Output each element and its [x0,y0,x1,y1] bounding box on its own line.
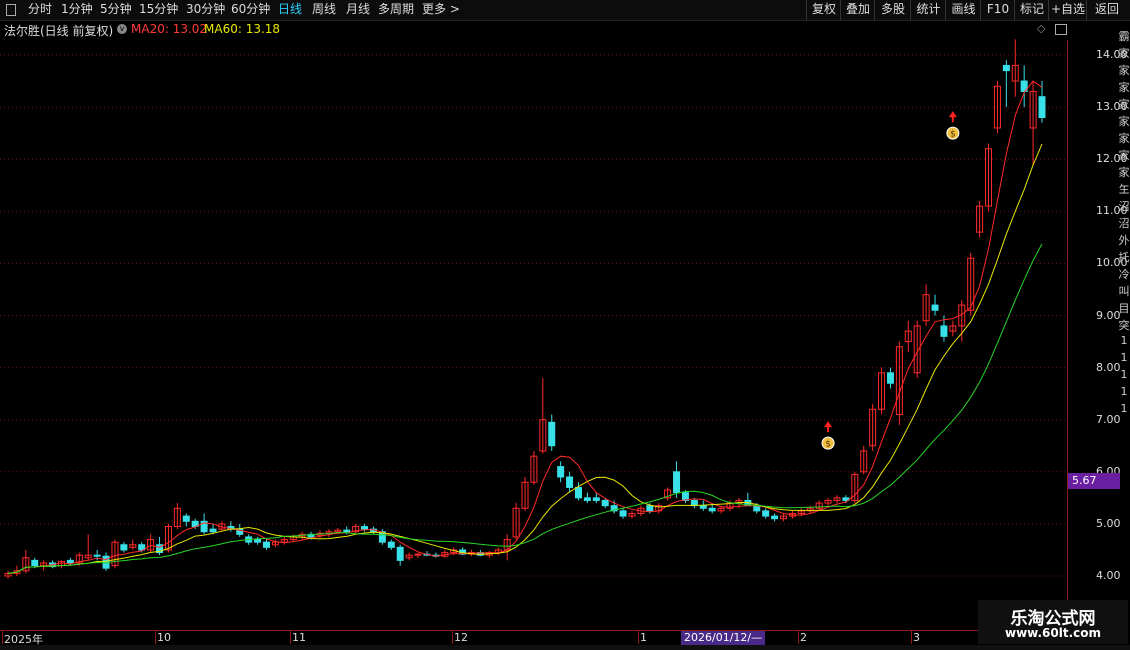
date-label: 2 [800,631,807,644]
y-tick-label: 5.00 [1096,516,1121,530]
date-tick [911,630,912,644]
side-strip-char: 沼 [1118,217,1130,230]
candle-body [548,421,556,447]
candle-body [646,505,654,512]
date-tick [798,630,799,644]
candle-body [601,499,609,507]
side-strip-char: 1 [1120,385,1128,398]
side-strip-char: 家 [1118,132,1130,145]
date-label: 12 [454,631,468,644]
candle-body [699,505,707,509]
candle-body [263,541,270,548]
price-tag: 5.67 [1068,473,1120,489]
side-strip-char: 家 [1118,98,1130,111]
candle-body [619,510,627,517]
date-tick [2,630,3,644]
side-strip-char: 1 [1120,351,1128,364]
candlestick-chart[interactable]: $$ [0,0,1068,630]
cursor-date-label: 2026/01/12/— [681,631,766,645]
candle-body [182,515,190,522]
side-strip-char: 外 [1118,234,1130,247]
watermark-url: www.60lt.com [1004,626,1102,640]
side-strip-char: 家 [1118,149,1130,162]
side-strip-char: 冷 [1118,268,1130,281]
candle-body [940,325,948,337]
signal-arrow-icon [824,421,833,433]
date-label: 11 [292,631,306,644]
candle-body [254,539,262,543]
candle-body [931,304,939,311]
side-strip-char: 托 [1118,251,1130,264]
candle-body [708,507,716,512]
side-strip-char: 霸 [1118,30,1130,43]
candle-body [673,471,681,494]
candle-body [343,529,351,533]
side-info-strip: 霸家家家家家家家家玍沼沼外托冷叫目突11111 [1118,20,1130,420]
candle-body [1002,64,1010,72]
watermark: 乐淘公式网 www.60lt.com [978,600,1128,644]
signal-arrow-icon [948,111,957,123]
candle-body [93,554,101,557]
side-strip-char: 突 [1118,319,1130,332]
y-tick-label: 9.00 [1096,308,1121,322]
date-tick [155,630,156,644]
candle-body [66,559,74,564]
money-bag-glyph: $ [950,130,956,140]
candle-body [574,486,582,499]
side-strip-char: 叫 [1118,285,1130,298]
date-tick [452,630,453,644]
side-strip-char: 1 [1120,334,1128,347]
side-strip-char: 家 [1118,166,1130,179]
candle-body [566,476,574,488]
side-strip-char: 家 [1118,47,1130,60]
side-strip-char: 沼 [1118,200,1130,213]
candle-body [1038,96,1046,119]
candle-body [120,544,128,551]
candle-body [209,528,217,533]
y-tick-label: 7.00 [1096,412,1121,426]
side-strip-char: 家 [1118,64,1130,77]
side-strip-char: 目 [1118,302,1130,315]
date-tick [290,630,291,644]
candle-body [387,541,395,548]
date-label: 10 [157,631,171,644]
y-tick-label: 8.00 [1096,360,1121,374]
candle-body [583,497,591,501]
bottom-bar [0,645,1130,650]
candle-body [31,559,39,567]
candle-body [771,515,779,520]
side-strip-char: 家 [1118,81,1130,94]
side-strip-char: 家 [1118,115,1130,128]
side-strip-char: 1 [1120,402,1128,415]
candle-body [361,526,369,530]
date-label: 1 [640,631,647,644]
y-tick-label: 4.00 [1096,569,1121,582]
candle-body [886,372,894,384]
money-bag-glyph: $ [825,440,831,450]
toolbar-button-8[interactable]: 返回 [1086,0,1127,20]
side-strip-char: 玍 [1118,183,1130,196]
candle-body [762,510,770,517]
side-strip-char: 1 [1120,368,1128,381]
date-label: 3 [913,631,920,644]
candle-body [557,466,565,478]
candle-body [592,497,600,501]
date-tick [638,630,639,644]
y-axis-line [1067,40,1068,630]
candle-body [396,546,404,561]
